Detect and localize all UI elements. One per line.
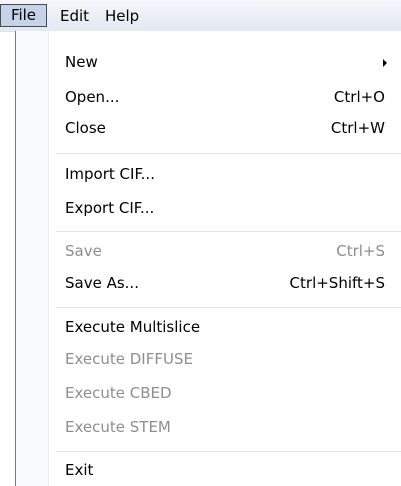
- menu-item-execute-diffuse: Execute DIFFUSE: [65, 347, 385, 371]
- menu-item-execute-multislice[interactable]: Execute Multislice: [65, 315, 385, 339]
- menu-bar: File Edit Help: [0, 0, 401, 32]
- menu-icon-gutter: [16, 31, 49, 486]
- menu-item-open[interactable]: Open... Ctrl+O: [65, 85, 385, 109]
- menu-help[interactable]: Help: [105, 5, 139, 27]
- menu-edit[interactable]: Edit: [60, 5, 89, 27]
- menu-item-import-cif[interactable]: Import CIF...: [65, 162, 385, 186]
- menu-item-close[interactable]: Close Ctrl+W: [65, 116, 385, 140]
- menu-item-label: Import CIF...: [65, 165, 155, 183]
- menu-item-shortcut: Ctrl+W: [330, 119, 385, 137]
- menu-item-export-cif[interactable]: Export CIF...: [65, 196, 385, 220]
- file-menu-dropdown: New Open... Ctrl+O Close Ctrl+W Import C…: [15, 31, 401, 486]
- menu-item-label: Execute CBED: [65, 384, 172, 402]
- menu-item-save-as[interactable]: Save As... Ctrl+Shift+S: [65, 271, 385, 295]
- menu-item-label: Save: [65, 242, 102, 260]
- menu-item-label: Save As...: [65, 274, 139, 292]
- menu-item-label: Execute Multislice: [65, 318, 201, 336]
- menu-item-label: Open...: [65, 88, 120, 106]
- menu-item-label: Close: [65, 119, 106, 137]
- menu-item-save: Save Ctrl+S: [65, 239, 385, 263]
- menu-separator: [56, 231, 401, 232]
- menu-item-exit[interactable]: Exit: [65, 458, 385, 482]
- menu-item-new[interactable]: New: [65, 50, 387, 74]
- menu-item-execute-cbed: Execute CBED: [65, 381, 385, 405]
- menu-file[interactable]: File: [0, 4, 47, 27]
- menu-separator: [56, 307, 401, 308]
- chevron-right-icon: [383, 59, 387, 67]
- menu-item-execute-stem: Execute STEM: [65, 415, 385, 439]
- menu-item-label: Export CIF...: [65, 199, 155, 217]
- menu-item-shortcut: Ctrl+Shift+S: [289, 274, 385, 292]
- menu-item-label: New: [65, 53, 98, 71]
- application-window: File Edit Help New Open... Ctrl+O Close …: [0, 0, 401, 486]
- menu-separator: [56, 451, 401, 452]
- menu-item-label: Exit: [65, 461, 94, 479]
- menu-item-label: Execute DIFFUSE: [65, 350, 193, 368]
- menu-separator: [56, 153, 401, 154]
- menu-item-label: Execute STEM: [65, 418, 171, 436]
- menu-item-shortcut: Ctrl+O: [333, 88, 385, 106]
- menu-item-shortcut: Ctrl+S: [336, 242, 385, 260]
